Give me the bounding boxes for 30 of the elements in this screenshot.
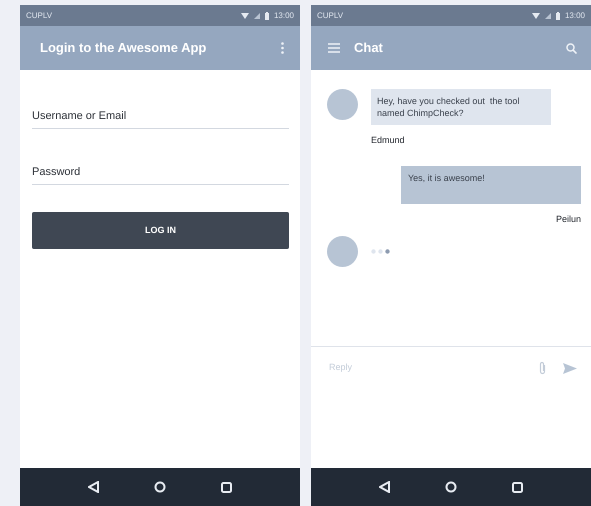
home-icon[interactable]	[444, 481, 457, 493]
clock-label: 13:00	[564, 10, 585, 22]
avatar	[327, 236, 358, 267]
battery-icon	[556, 12, 560, 20]
back-icon[interactable]	[378, 481, 390, 493]
wifi-icon	[532, 12, 540, 18]
back-icon[interactable]	[88, 481, 99, 493]
home-icon[interactable]	[154, 481, 166, 493]
reply-field[interactable]: Reply	[329, 361, 539, 375]
sender-name: Edmund	[371, 134, 406, 147]
recents-icon[interactable]	[221, 482, 232, 492]
typing-indicator-icon	[371, 249, 391, 254]
text-field[interactable]: Username or Email	[32, 103, 289, 129]
paperclip-icon[interactable]	[539, 361, 546, 375]
sender-name: Peilun	[556, 212, 581, 226]
login-button[interactable]: LOG IN	[32, 212, 289, 249]
text-field[interactable]: Password	[32, 159, 289, 185]
app-bar-title: Chat	[354, 39, 383, 58]
signal-icon	[254, 12, 260, 18]
wifi-icon	[240, 12, 249, 18]
carrier-label: CUPLV	[26, 10, 52, 22]
clock-label: 13:00	[274, 10, 294, 22]
app-bar-title: Login to the Awesome App	[40, 39, 206, 58]
carrier-label: CUPLV	[317, 10, 344, 22]
avatar	[327, 89, 358, 120]
recents-icon[interactable]	[512, 482, 524, 492]
message-bubble: Hey, have you checked out the tool named ChimpCheck?	[371, 89, 551, 125]
signal-icon	[544, 12, 551, 18]
message-bubble: Yes, it is awesome!	[401, 166, 581, 204]
battery-icon	[264, 12, 269, 20]
